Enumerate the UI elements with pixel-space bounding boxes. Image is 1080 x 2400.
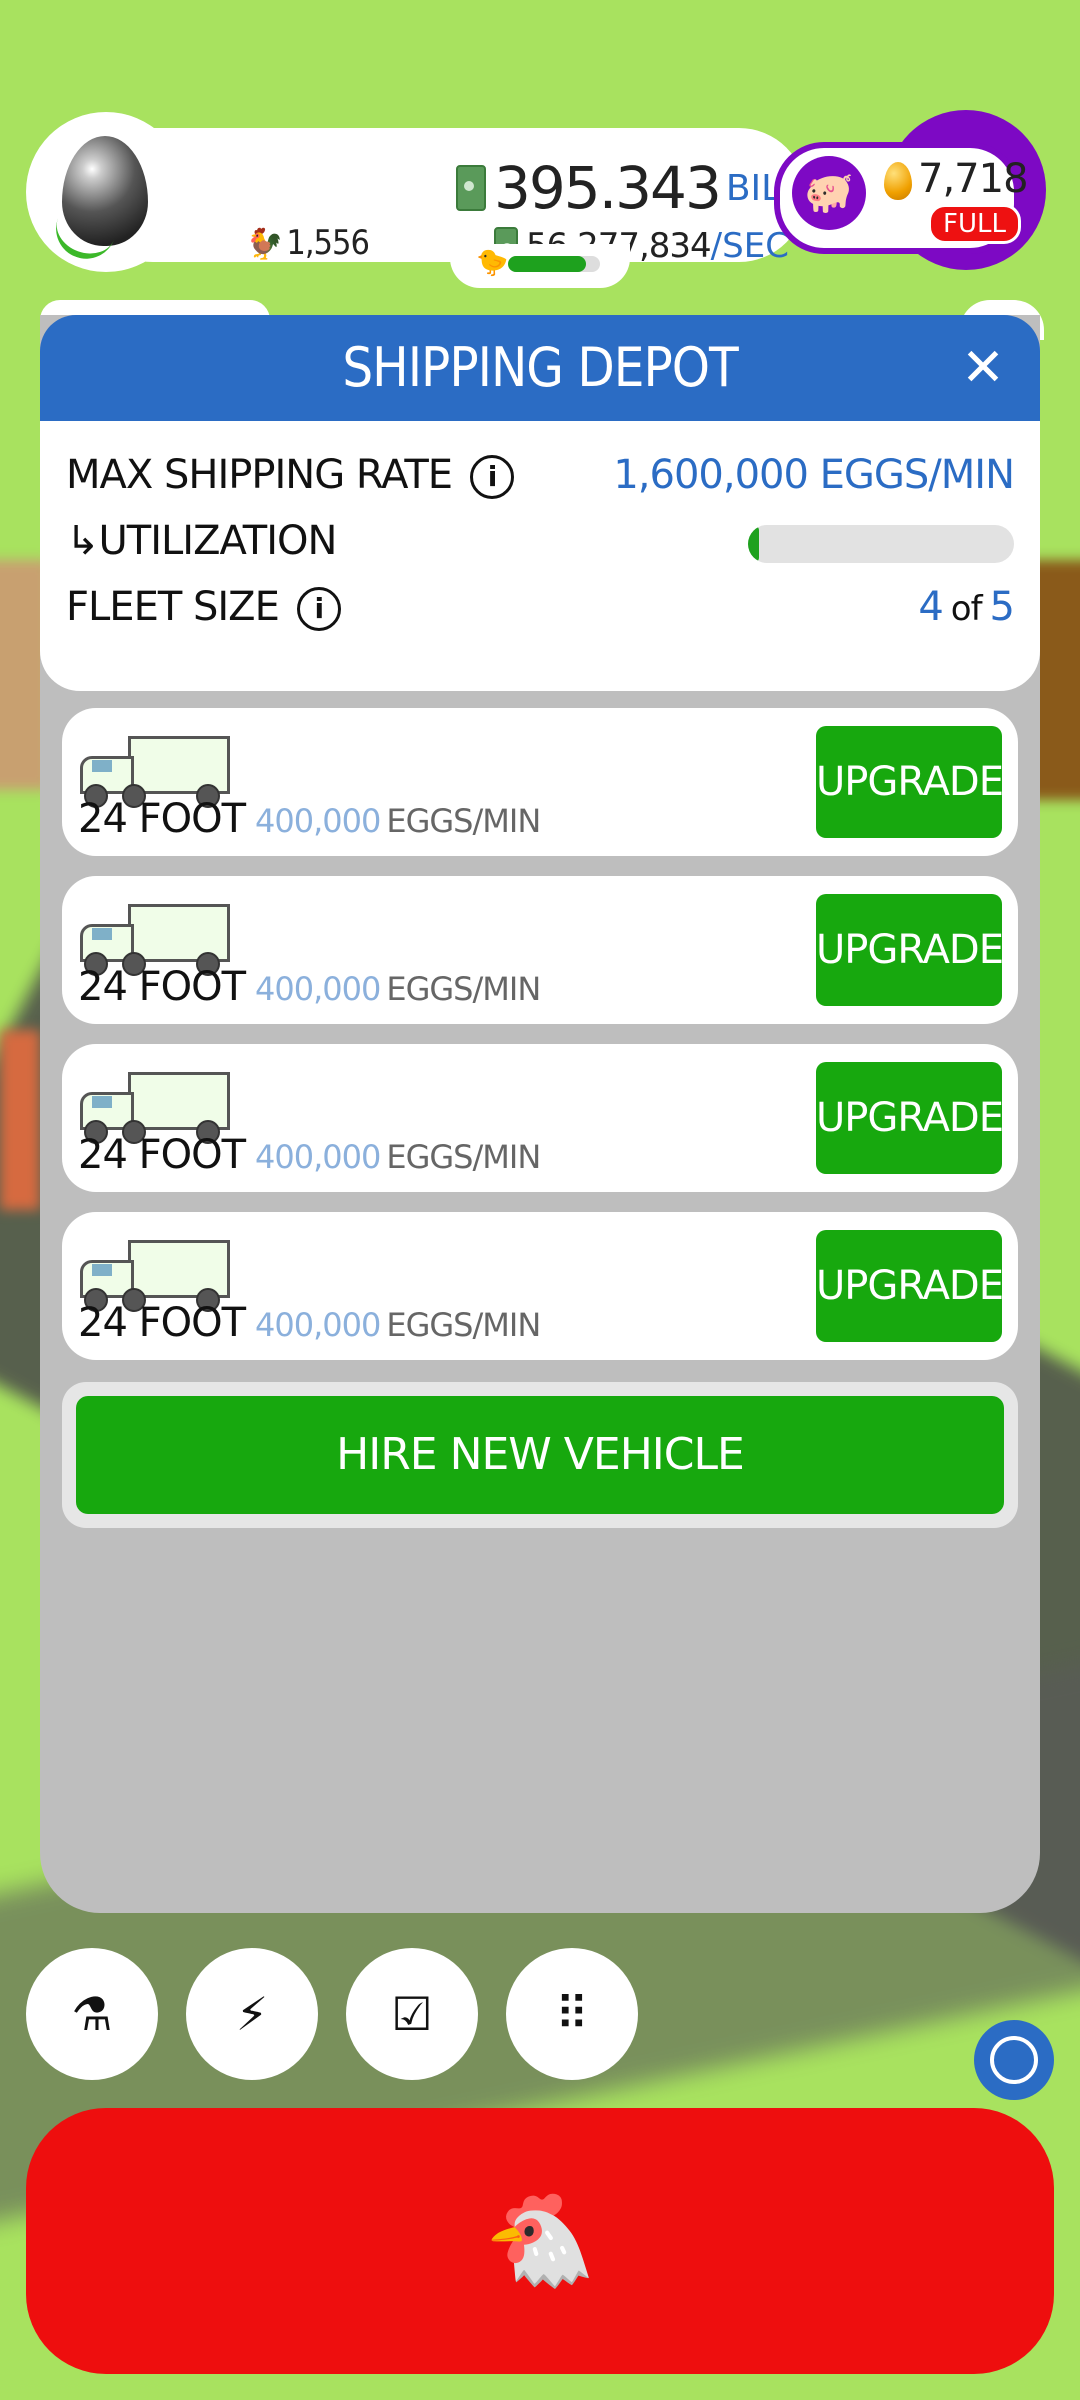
building-blur-3 [0,1030,40,1210]
vehicle-rate: 400,000 [255,802,381,840]
fleet-size-row: FLEET SIZE i 4 of 5 [66,577,1015,637]
utilization-bar [748,525,1014,563]
info-icon[interactable]: i [296,587,341,631]
money-value: 395.343 [494,154,722,222]
upgrade-button[interactable]: UPGRADE [816,726,1004,838]
upgrade-button[interactable]: UPGRADE [816,1062,1004,1174]
modal-title: SHIPPING DEPOT [342,336,738,399]
grid-menu-icon[interactable]: ⠿ [506,1948,638,2080]
hire-new-vehicle-button[interactable]: HIRE NEW VEHICLE [76,1396,1004,1514]
vehicle-rate-unit: EGGS/MIN [386,1306,541,1344]
utilization-label: ↳UTILIZATION [66,518,337,564]
vehicle-name: 24 FOOT [78,964,246,1010]
piggy-bank[interactable]: 🐖 7,718 FULL [746,110,1046,270]
max-shipping-rate-value: 1,600,000 EGGS/MIN [613,452,1015,498]
habitat-progress-bar [508,256,600,272]
vehicle-rate-unit: EGGS/MIN [386,970,541,1008]
depot-stats: MAX SHIPPING RATE i 1,600,000 EGGS/MIN ↳U… [40,421,1040,691]
vehicle-card: 24 FOOT 400,000 EGGS/MIN UPGRADE [62,876,1018,1024]
truck-icon [78,904,230,976]
close-icon[interactable]: ✕ [958,342,1008,394]
cash-icon [456,165,486,211]
hire-vehicle-container: HIRE NEW VEHICLE [62,1382,1018,1528]
chicken-icon: 🐓 [246,227,283,262]
truck-icon [78,1072,230,1144]
vehicle-name: 24 FOOT [78,796,246,842]
golden-egg-count: 7,718 [918,156,1029,202]
vehicle-rate: 400,000 [255,1306,381,1344]
upgrade-button[interactable]: UPGRADE [816,1230,1004,1342]
lightning-icon[interactable]: ⚡ [186,1948,318,2080]
utilization-row: ↳UTILIZATION [66,511,1014,571]
max-shipping-rate-label: MAX SHIPPING RATE [66,452,453,498]
utilization-fill [748,525,759,563]
hud-bar: 🐓1,556 395.343BILLION 56,277,834/SEC [86,128,867,266]
shipping-depot-modal: SHIPPING DEPOT ✕ MAX SHIPPING RATE i 1,60… [40,315,1040,1913]
vehicle-card: 24 FOOT 400,000 EGGS/MIN UPGRADE [62,1044,1018,1192]
vehicle-rate: 400,000 [255,1138,381,1176]
truck-icon [78,1240,230,1312]
habitat-progress-tab[interactable]: 🐤 [450,244,630,288]
upgrade-button[interactable]: UPGRADE [816,894,1004,1006]
max-shipping-rate-row: MAX SHIPPING RATE i 1,600,000 EGGS/MIN [66,445,1015,505]
vehicle-card: 24 FOOT 400,000 EGGS/MIN UPGRADE [62,708,1018,856]
fleet-size-value: 4 of 5 [918,584,1015,630]
top-hud: 🐓1,556 395.343BILLION 56,277,834/SEC 🐤 🐖… [26,110,1046,288]
truck-icon [78,736,230,808]
vehicle-rate: 400,000 [255,970,381,1008]
piggy-full-badge: FULL [928,204,1021,244]
checklist-icon[interactable]: ☑ [346,1948,478,2080]
piggy-pill: 🐖 7,718 FULL [774,142,1029,254]
egg-button[interactable] [26,112,186,272]
chick-icon: 🐤 [476,248,509,278]
info-icon[interactable]: i [470,455,515,499]
fleet-size-label: FLEET SIZE [66,584,280,630]
vehicle-name: 24 FOOT [78,1300,246,1346]
chicken-count: 🐓 1,556 [246,223,370,263]
camera-toggle-button[interactable] [974,2020,1054,2100]
hatch-chicken-button[interactable]: 🐔 [26,2108,1054,2374]
vehicle-rate-unit: EGGS/MIN [386,1138,541,1176]
vehicle-name: 24 FOOT [78,1132,246,1178]
modal-header: SHIPPING DEPOT ✕ [40,315,1040,421]
golden-egg-icon [884,162,912,200]
piggy-bank-icon: 🐖 [792,156,866,230]
vehicle-card: 24 FOOT 400,000 EGGS/MIN UPGRADE [62,1212,1018,1360]
habitat-progress-fill [508,256,587,272]
flask-icon[interactable]: ⚗ [26,1948,158,2080]
chicken-icon: 🐔 [483,2188,597,2293]
vehicle-rate-unit: EGGS/MIN [386,802,541,840]
